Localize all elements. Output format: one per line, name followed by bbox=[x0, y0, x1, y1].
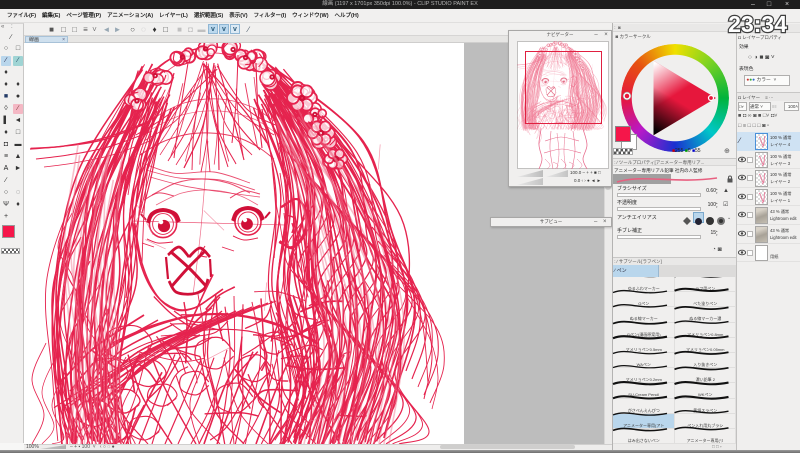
svg-text:23:34: 23:34 bbox=[728, 11, 787, 37]
